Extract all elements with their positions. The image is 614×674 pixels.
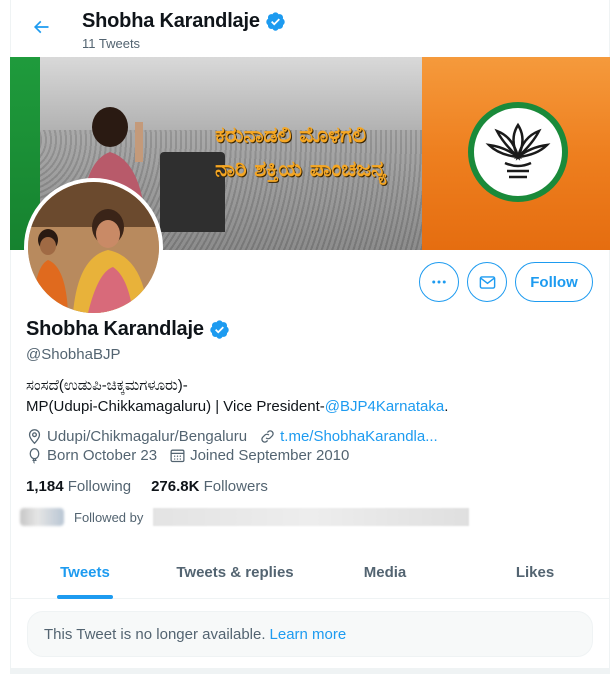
profile-bio: ಸಂಸದೆ(ಉಡುಪಿ-ಚಿಕ್ಕಮಗಳೂರು)- MP(Udupi-Chikk… (26, 375, 586, 417)
followers-label: Followers (203, 478, 268, 495)
avatar-photo (28, 182, 159, 313)
joined-item: Joined September 2010 (169, 447, 349, 464)
joined-text: Joined September 2010 (190, 447, 350, 464)
timeline-divider (10, 668, 610, 674)
tab-likes[interactable]: Likes (460, 546, 610, 598)
back-button[interactable] (28, 14, 54, 40)
profile-header: Shobha Karandlaje 11 Tweets (10, 0, 610, 57)
balloon-icon (29, 448, 40, 464)
bio-mention-link[interactable]: @BJP4Karnataka (325, 398, 444, 415)
arrow-left-icon (33, 20, 49, 34)
followers-link[interactable]: 276.8K Followers (151, 478, 268, 495)
profile-avatar[interactable] (24, 178, 163, 317)
unavailable-text: This Tweet is no longer available. (44, 625, 266, 643)
tweet-count: 11 Tweets (82, 36, 141, 51)
more-options-button[interactable] (419, 262, 459, 302)
profile-name-text: Shobha Karandlaje (26, 318, 204, 340)
header-name: Shobha Karandlaje (82, 10, 260, 32)
website-link[interactable]: t.me/ShobhaKarandla... (280, 428, 438, 445)
website-item[interactable]: t.me/ShobhaKarandla... (259, 428, 438, 445)
following-link[interactable]: 1,184 Following (26, 478, 131, 495)
tab-label: Tweets & replies (176, 563, 294, 581)
followed-by-row[interactable]: Followed by (20, 507, 470, 527)
birthday-item: Born October 23 (26, 447, 157, 464)
followers-count: 276.8K (151, 478, 200, 495)
following-label: Following (67, 478, 132, 495)
bio-line1: ಸಂಸದೆ(ಉಡುಪಿ-ಚಿಕ್ಕಮಗಳೂರು)- (26, 377, 188, 394)
header-title: Shobha Karandlaje (82, 10, 286, 33)
follow-stats: 1,184 Following 276.8K Followers (26, 478, 268, 495)
bio-line2-text: MP(Udupi-Chikkamagaluru) | Vice Presiden… (26, 398, 325, 415)
calendar-icon (170, 449, 185, 463)
meta-row-2: Born October 23 Joined September 2010 (26, 447, 361, 464)
verified-badge-icon (209, 319, 230, 340)
birthday-text: Born October 23 (47, 447, 158, 464)
banner-text-line2: ನಾರಿ ಶಕ್ತಿಯ ಪಾಂಚಜನ್ಯ (215, 157, 387, 182)
bio-line2: MP(Udupi-Chikkamagaluru) | Vice Presiden… (26, 396, 586, 417)
meta-row-1: Udupi/Chikmagalur/Bengaluru t.me/ShobhaK… (26, 428, 450, 445)
verified-badge-icon (265, 11, 286, 32)
mail-icon (479, 275, 495, 289)
tab-media[interactable]: Media (310, 546, 460, 598)
tab-label: Media (363, 563, 407, 581)
link-icon (261, 430, 274, 443)
location-text: Udupi/Chikmagalur/Bengaluru (47, 428, 248, 445)
tab-label: Likes (515, 563, 555, 581)
profile-name: Shobha Karandlaje (26, 318, 230, 341)
banner-text: ಕರುನಾಡಲಿ ಮೊಳಗಲಿ ನಾರಿ ಶಕ್ತಿಯ ಪಾಂಚಜನ್ಯ (215, 119, 386, 187)
follow-button[interactable]: Follow (515, 262, 593, 302)
message-button[interactable] (467, 262, 507, 302)
followed-by-names-redacted (153, 508, 470, 526)
tab-tweets-and-replies[interactable]: Tweets & replies (160, 546, 310, 598)
tab-tweets[interactable]: Tweets (10, 546, 160, 599)
tab-label: Tweets (60, 563, 110, 581)
lotus-icon (485, 122, 551, 179)
profile-tabs: Tweets Tweets & replies Media Likes (10, 546, 610, 599)
bio-line2-suffix: . (444, 398, 449, 415)
learn-more-link[interactable]: Learn more (270, 626, 347, 643)
unavailable-tweet-notice: This Tweet is no longer available. Learn… (27, 611, 593, 657)
followed-by-label: Followed by (74, 509, 144, 525)
followed-by-avatars (20, 508, 64, 526)
more-dots-icon (432, 280, 446, 284)
bjp-lotus-logo (468, 102, 568, 202)
location-item: Udupi/Chikmagalur/Bengaluru (26, 428, 247, 445)
profile-handle: @ShobhaBJP (26, 346, 121, 363)
active-tab-indicator (57, 595, 113, 599)
location-pin-icon (28, 429, 41, 445)
banner-text-line1: ಕರುನಾಡಲಿ ಮೊಳಗಲಿ (215, 123, 367, 148)
following-count: 1,184 (26, 478, 64, 495)
